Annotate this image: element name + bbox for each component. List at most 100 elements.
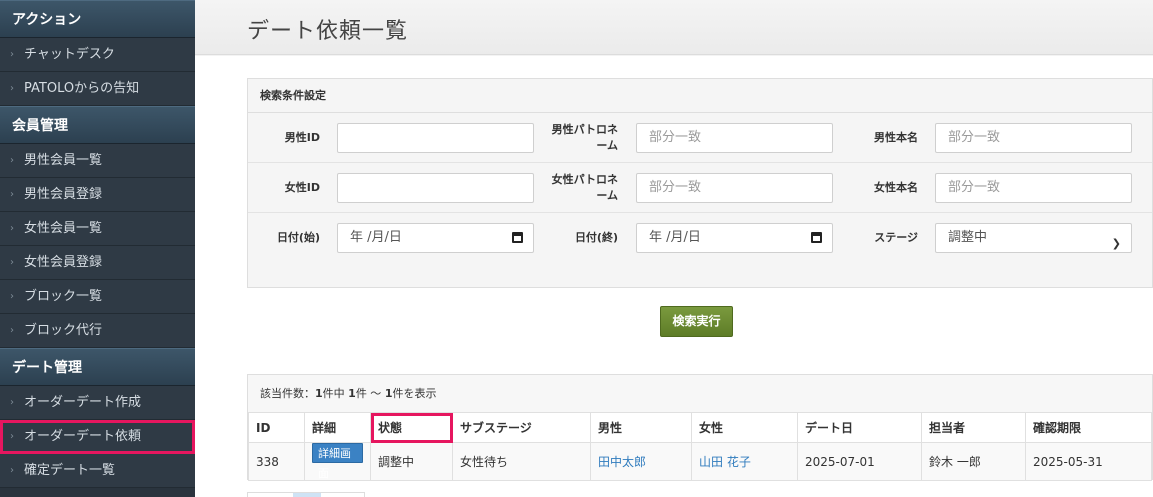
- chevron-down-icon: ❯: [1111, 237, 1121, 250]
- date-start-input[interactable]: 年 /月/日: [337, 223, 534, 253]
- male-realname-label: 男性本名: [874, 131, 918, 144]
- result-count-prefix: 該当件数：: [260, 387, 315, 400]
- male-patron-label-line2: ーム: [596, 139, 618, 152]
- date-end-value: 年 /月/日: [649, 230, 701, 245]
- stage-label: ステージ: [874, 231, 918, 244]
- chevron-right-icon: ›: [10, 223, 14, 234]
- table-row: 338 詳細画面 調整中 女性待ち 田中太郎 山田 花子 2025-07-01 …: [248, 442, 1152, 481]
- date-end-label: 日付(終): [574, 231, 618, 244]
- main-area: デート依頼一覧 検索条件設定 男性ID 男性パトロネ ーム 部分一致 男性本名 部…: [195, 0, 1153, 497]
- search-panel-heading: 検索条件設定: [248, 79, 1152, 113]
- cell-staff: 鈴木 一郎: [921, 442, 1026, 481]
- cell-deadline: 2025-05-31: [1025, 442, 1152, 481]
- chevron-right-icon: ›: [10, 465, 14, 476]
- result-count-total: 1: [315, 387, 323, 400]
- sidebar: アクション › チャットデスク › PATOLOからの告知 会員管理 › 男性会員一覧…: [0, 0, 195, 497]
- detail-button[interactable]: 詳細画面: [312, 443, 363, 480]
- cell-id: 338: [248, 442, 305, 481]
- sidebar-item-label: チャットデスク: [24, 47, 115, 62]
- cell-date: 2025-07-01: [797, 442, 922, 481]
- chevron-right-icon: ›: [10, 49, 14, 60]
- chevron-right-icon: ›: [10, 291, 14, 302]
- results-panel: 該当件数：1件中 1件 ～ 1件を表示 ID 詳細 状態 サブステージ 男性 女…: [247, 374, 1153, 481]
- female-realname-input[interactable]: 部分一致: [935, 173, 1132, 203]
- form-row-male: 男性ID 男性パトロネーム 部分一致 男性本名 部分一致: [248, 113, 1152, 163]
- chevron-right-icon: ›: [10, 431, 14, 442]
- sidebar-item-label: オーダーデート依頼: [24, 429, 142, 444]
- cell-detail: 詳細画面: [304, 442, 371, 481]
- chevron-right-icon: ›: [10, 325, 14, 336]
- sidebar-item-label: 男性会員登録: [24, 187, 103, 202]
- female-link[interactable]: 山田 花子: [699, 455, 751, 469]
- result-count-range: 1: [348, 387, 356, 400]
- female-patron-label-line1: 女性パトロネ: [551, 173, 618, 186]
- table-header-row: ID 詳細 状態 サブステージ 男性 女性 デート日 担当者 確認期限: [248, 412, 1152, 443]
- form-row-date: 日付(始) 年 /月/日 日付(終) 年 /月/日 ステージ 調整中 ❯: [248, 213, 1152, 263]
- chevron-right-icon: ›: [10, 257, 14, 268]
- date-end-input[interactable]: 年 /月/日: [636, 223, 833, 253]
- date-start-value: 年 /月/日: [350, 230, 402, 245]
- male-patron-input[interactable]: 部分一致: [636, 123, 833, 153]
- col-header-male[interactable]: 男性: [590, 412, 692, 443]
- sidebar-item-female-list[interactable]: › 女性会員一覧: [0, 212, 195, 246]
- chevron-right-icon: ›: [10, 397, 14, 408]
- female-patron-label-line2: ーム: [596, 189, 618, 202]
- sidebar-item-order-date-create[interactable]: › オーダーデート作成: [0, 386, 195, 420]
- stage-select[interactable]: 調整中 ❯: [935, 223, 1132, 253]
- sidebar-item-label: 男性会員一覧: [24, 153, 103, 168]
- sidebar-item-label: 女性会員一覧: [24, 221, 103, 236]
- col-header-substage[interactable]: サブステージ: [452, 412, 591, 443]
- result-count-suffix: 件 ～: [355, 387, 385, 400]
- sidebar-section-action: アクション: [0, 0, 195, 38]
- sidebar-item-patolo-notice[interactable]: › PATOLOからの告知: [0, 72, 195, 106]
- col-header-id[interactable]: ID: [248, 412, 305, 443]
- chevron-right-icon: ›: [10, 155, 14, 166]
- male-realname-input[interactable]: 部分一致: [935, 123, 1132, 153]
- sidebar-item-label: ブロック代行: [24, 323, 103, 338]
- sidebar-section-dates: デート管理: [0, 348, 195, 386]
- search-submit-button[interactable]: 検索実行: [660, 306, 733, 337]
- female-id-label: 女性ID: [284, 181, 320, 194]
- pagination: [247, 492, 365, 497]
- female-id-input[interactable]: [337, 173, 534, 203]
- male-id-input[interactable]: [337, 123, 534, 153]
- male-patron-label: 男性パトロネーム: [546, 122, 618, 154]
- sidebar-item-male-register[interactable]: › 男性会員登録: [0, 178, 195, 212]
- cell-male: 田中太郎: [590, 442, 692, 481]
- results-table: ID 詳細 状態 サブステージ 男性 女性 デート日 担当者 確認期限 338: [248, 412, 1152, 481]
- col-header-deadline[interactable]: 確認期限: [1025, 412, 1152, 443]
- cell-status: 調整中: [370, 442, 453, 481]
- sidebar-item-label: ブロック一覧: [24, 289, 103, 304]
- sidebar-item-block-list[interactable]: › ブロック一覧: [0, 280, 195, 314]
- male-id-label: 男性ID: [284, 131, 320, 144]
- content: 検索条件設定 男性ID 男性パトロネ ーム 部分一致 男性本名 部分一致 女性ID…: [195, 56, 1153, 497]
- male-link[interactable]: 田中太郎: [598, 455, 646, 469]
- sidebar-item-label: 女性会員登録: [24, 255, 103, 270]
- sidebar-section-members: 会員管理: [0, 106, 195, 144]
- result-count: 該当件数：1件中 1件 ～ 1件を表示: [248, 375, 1152, 413]
- cell-substage: 女性待ち: [452, 442, 591, 481]
- sidebar-item-male-list[interactable]: › 男性会員一覧: [0, 144, 195, 178]
- sidebar-item-label: PATOLOからの告知: [24, 81, 140, 96]
- calendar-icon[interactable]: [811, 232, 822, 243]
- male-patron-label-line1: 男性パトロネ: [551, 123, 618, 136]
- chevron-right-icon: ›: [10, 189, 14, 200]
- sidebar-item-block-proxy[interactable]: › ブロック代行: [0, 314, 195, 348]
- pagination-current-page[interactable]: [293, 493, 321, 497]
- cell-female: 山田 花子: [691, 442, 798, 481]
- col-header-staff[interactable]: 担当者: [921, 412, 1026, 443]
- female-patron-input[interactable]: 部分一致: [636, 173, 833, 203]
- search-panel: 検索条件設定 男性ID 男性パトロネーム 部分一致 男性本名 部分一致 女性ID…: [247, 78, 1153, 288]
- stage-selected-value: 調整中: [948, 230, 988, 245]
- col-header-female[interactable]: 女性: [691, 412, 798, 443]
- col-header-status[interactable]: 状態: [370, 412, 453, 443]
- sidebar-item-order-date-request[interactable]: › オーダーデート依頼: [0, 420, 195, 454]
- sidebar-item-female-register[interactable]: › 女性会員登録: [0, 246, 195, 280]
- female-patron-label: 女性パトロネーム: [546, 172, 618, 204]
- sidebar-item-chat-desk[interactable]: › チャットデスク: [0, 38, 195, 72]
- calendar-icon[interactable]: [512, 232, 523, 243]
- sidebar-item-confirmed-dates[interactable]: › 確定デート一覧: [0, 454, 195, 488]
- sidebar-item-label: 確定デート一覧: [24, 463, 116, 478]
- col-header-detail[interactable]: 詳細: [304, 412, 371, 443]
- col-header-date[interactable]: デート日: [797, 412, 922, 443]
